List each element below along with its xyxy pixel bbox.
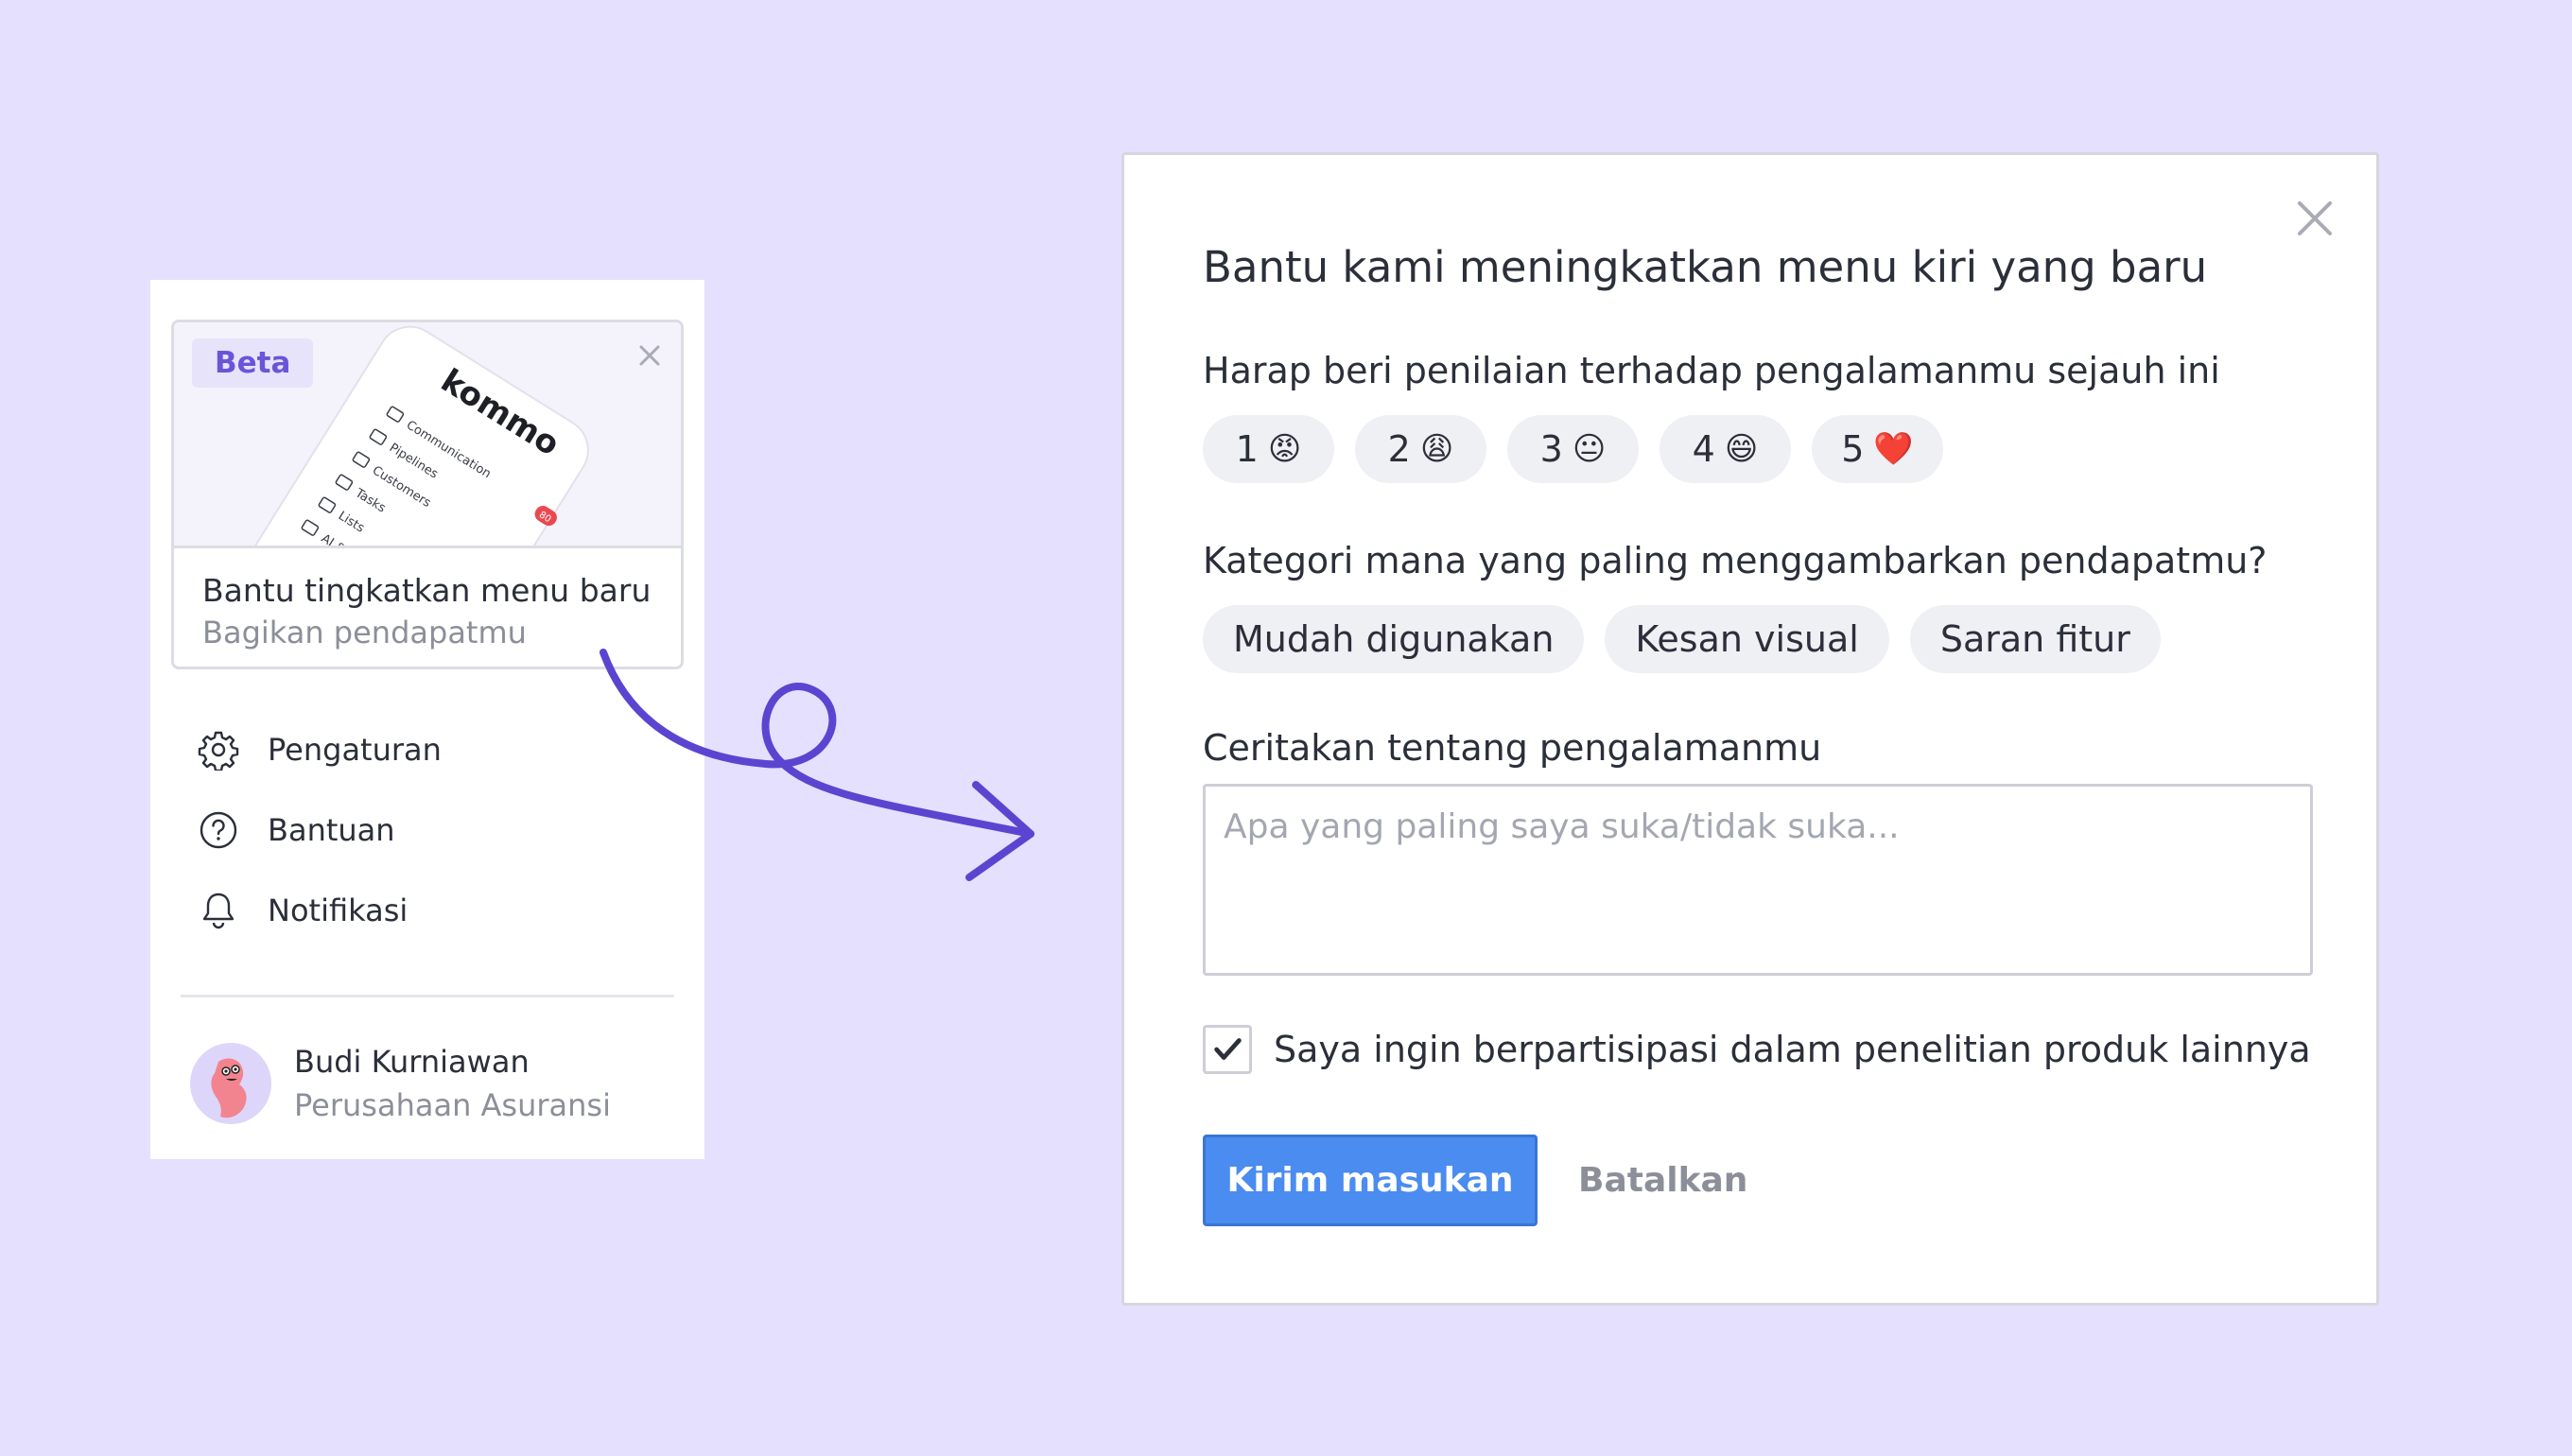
user-company: Perusahaan Asuransi bbox=[294, 1087, 611, 1123]
weary-face-icon: 😩 bbox=[1419, 430, 1454, 468]
category-question: Kategori mana yang paling menggambarkan … bbox=[1203, 540, 2268, 581]
bell-icon bbox=[202, 893, 235, 929]
submit-feedback-button[interactable]: Kirim masukan bbox=[1203, 1135, 1538, 1226]
sidebar-item-settings[interactable]: Pengaturan bbox=[198, 726, 442, 773]
help-icon bbox=[200, 811, 237, 849]
user-name: Budi Kurniawan bbox=[294, 1044, 530, 1080]
beta-preview-image: Beta kommo Communication Pipelines Custo… bbox=[174, 322, 681, 548]
grinning-face-icon: 😄 bbox=[1724, 430, 1759, 468]
rating-value: 1 bbox=[1235, 428, 1259, 470]
neutral-face-icon: 😐 bbox=[1572, 430, 1607, 468]
sidebar-item-label: Notifikasi bbox=[268, 893, 408, 928]
rating-value: 3 bbox=[1539, 428, 1563, 470]
experience-textarea[interactable] bbox=[1203, 784, 2313, 976]
sidebar-divider bbox=[181, 995, 674, 997]
rating-options: 1 😡 2 😩 3 😐 4 😄 5 ❤️ bbox=[1203, 415, 1943, 483]
modal-title: Bantu kami meningkatkan menu kiri yang b… bbox=[1203, 242, 2208, 292]
beta-card-title: Bantu tingkatkan menu baru bbox=[202, 572, 652, 609]
beta-feedback-card[interactable]: Beta kommo Communication Pipelines Custo… bbox=[171, 320, 684, 669]
rating-option-4[interactable]: 4 😄 bbox=[1660, 415, 1791, 483]
cancel-button[interactable]: Batalkan bbox=[1559, 1135, 1766, 1226]
rating-value: 4 bbox=[1692, 428, 1715, 470]
beta-badge: Beta bbox=[192, 338, 314, 388]
category-options: Mudah digunakan Kesan visual Saran fitur bbox=[1203, 605, 2161, 673]
heart-icon: ❤️ bbox=[1873, 430, 1914, 468]
sidebar-item-help[interactable]: Bantuan bbox=[198, 806, 395, 854]
category-option-ease-of-use[interactable]: Mudah digunakan bbox=[1203, 605, 1585, 673]
sidebar-item-notifications[interactable]: Notifikasi bbox=[198, 887, 408, 934]
research-consent[interactable]: Saya ingin berpartisipasi dalam peneliti… bbox=[1203, 1025, 2311, 1074]
gear-icon bbox=[198, 731, 239, 771]
user-profile[interactable]: Budi Kurniawan Perusahaan Asuransi bbox=[190, 1036, 611, 1131]
rating-value: 5 bbox=[1841, 428, 1865, 470]
close-icon[interactable] bbox=[635, 341, 664, 370]
angry-face-icon: 😡 bbox=[1267, 430, 1302, 468]
close-icon[interactable] bbox=[2295, 199, 2335, 238]
category-option-feature[interactable]: Saran fitur bbox=[1909, 605, 2161, 673]
beta-card-subtitle[interactable]: Bagikan pendapatmu bbox=[202, 615, 527, 650]
consent-checkbox[interactable] bbox=[1203, 1025, 1252, 1074]
checkmark-icon bbox=[1214, 1038, 1242, 1060]
rating-option-5[interactable]: 5 ❤️ bbox=[1812, 415, 1943, 483]
consent-label: Saya ingin berpartisipasi dalam peneliti… bbox=[1274, 1029, 2311, 1070]
rating-option-1[interactable]: 1 😡 bbox=[1203, 415, 1334, 483]
experience-label: Ceritakan tentang pengalamanmu bbox=[1203, 727, 1822, 769]
feedback-modal: Bantu kami meningkatkan menu kiri yang b… bbox=[1121, 152, 2379, 1306]
avatar bbox=[190, 1043, 271, 1124]
rating-value: 2 bbox=[1387, 428, 1411, 470]
rating-question: Harap beri penilaian terhadap pengalaman… bbox=[1203, 350, 2220, 391]
sidebar-item-label: Pengaturan bbox=[268, 732, 442, 768]
rating-option-2[interactable]: 2 😩 bbox=[1355, 415, 1486, 483]
rating-option-3[interactable]: 3 😐 bbox=[1507, 415, 1639, 483]
curly-arrow-icon bbox=[600, 649, 1034, 881]
category-option-visual[interactable]: Kesan visual bbox=[1605, 605, 1889, 673]
sidebar-item-label: Bantuan bbox=[268, 812, 395, 848]
